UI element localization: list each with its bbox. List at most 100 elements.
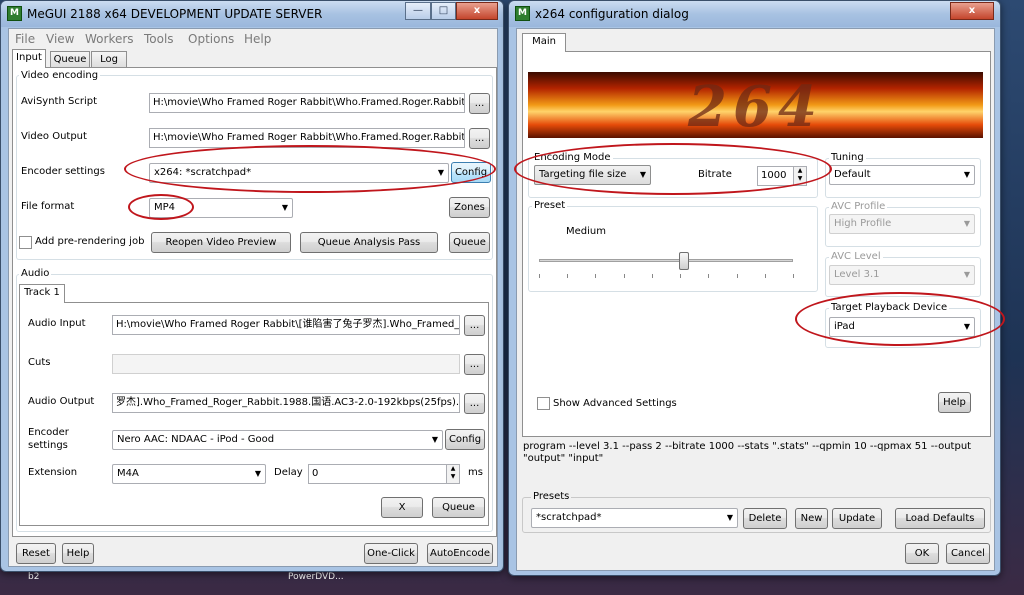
delay-spinner[interactable]: ▲ ▼ bbox=[446, 465, 459, 483]
tuning-value: Default bbox=[834, 169, 871, 180]
menu-options[interactable]: Options bbox=[188, 32, 234, 46]
extension-label: Extension bbox=[28, 467, 78, 478]
slider-tick bbox=[793, 274, 794, 278]
audio-output-browse-button[interactable]: ... bbox=[464, 393, 485, 414]
audio-output-field[interactable]: 罗杰].Who_Framed_Roger_Rabbit.1988.国语.AC3-… bbox=[112, 393, 460, 413]
avisynth-label: AviSynth Script bbox=[21, 96, 97, 107]
audio-input-browse-button[interactable]: ... bbox=[464, 315, 485, 336]
chevron-down-icon: ▼ bbox=[963, 170, 970, 179]
slider-tick bbox=[539, 274, 540, 278]
avisynth-input[interactable]: H:\movie\Who Framed Roger Rabbit\Who.Fra… bbox=[149, 93, 465, 113]
chevron-down-icon: ▼ bbox=[281, 203, 288, 212]
megui-titlebar[interactable]: M MeGUI 2188 x64 DEVELOPMENT UPDATE SERV… bbox=[1, 1, 503, 27]
slider-tick bbox=[623, 274, 625, 278]
presets-select[interactable]: *scratchpad* ▼ bbox=[531, 508, 738, 528]
help-button[interactable]: Help bbox=[62, 543, 94, 564]
minimize-button[interactable]: — bbox=[405, 2, 431, 20]
tab-track-1[interactable]: Track 1 bbox=[19, 284, 65, 303]
taskbar-text-left: b2 bbox=[28, 572, 40, 582]
audio-encoder-value: Nero AAC: NDAAC - iPod - Good bbox=[117, 434, 275, 445]
x264-titlebar[interactable]: M x264 configuration dialog x bbox=[509, 1, 1000, 27]
load-defaults-button[interactable]: Load Defaults bbox=[895, 508, 985, 529]
show-advanced-checkbox[interactable] bbox=[537, 397, 550, 410]
x264-app-icon: M bbox=[515, 6, 530, 21]
prerender-checkbox[interactable] bbox=[19, 236, 32, 249]
cuts-browse-button[interactable]: ... bbox=[464, 354, 485, 375]
presets-label: Presets bbox=[531, 491, 572, 502]
menu-workers[interactable]: Workers bbox=[85, 32, 134, 46]
tab-log[interactable]: Log bbox=[91, 51, 127, 68]
queue-analysis-button[interactable]: Queue Analysis Pass bbox=[300, 232, 438, 253]
slider-tick bbox=[680, 274, 682, 278]
avisynth-browse-button[interactable]: ... bbox=[469, 93, 490, 114]
slider-tick bbox=[651, 274, 653, 278]
reset-button[interactable]: Reset bbox=[16, 543, 56, 564]
chevron-down-icon: ▼ bbox=[963, 270, 970, 279]
show-advanced-label: Show Advanced Settings bbox=[553, 398, 677, 409]
delay-field[interactable]: 0 ▲ ▼ bbox=[308, 464, 460, 484]
reopen-preview-button[interactable]: Reopen Video Preview bbox=[151, 232, 291, 253]
audio-label: Audio bbox=[19, 268, 52, 279]
audio-input-field[interactable]: H:\movie\Who Framed Roger Rabbit\[谁陷害了兔子… bbox=[112, 315, 460, 335]
megui-client: File View Workers Tools Options Help Inp… bbox=[8, 28, 498, 567]
one-click-button[interactable]: One-Click bbox=[364, 543, 418, 564]
menu-tools[interactable]: Tools bbox=[144, 32, 174, 46]
highlight-ring-target-device bbox=[795, 292, 1005, 346]
ok-button[interactable]: OK bbox=[905, 543, 939, 564]
avc-level-select[interactable]: Level 3.1 ▼ bbox=[829, 265, 975, 285]
main-tab-panel: 264 Encoding Mode Targeting file size ▼ … bbox=[522, 51, 991, 437]
menu-file[interactable]: File bbox=[15, 32, 35, 46]
preset-slider-track[interactable] bbox=[539, 259, 793, 262]
highlight-ring-encoding-mode bbox=[514, 143, 832, 195]
audio-config-button[interactable]: Config bbox=[445, 429, 485, 450]
video-output-label: Video Output bbox=[21, 131, 87, 142]
audio-encoder-label-line1: Encoder bbox=[28, 427, 69, 438]
tuning-select[interactable]: Default ▼ bbox=[829, 165, 975, 185]
slider-tick bbox=[567, 274, 569, 278]
video-encoding-label: Video encoding bbox=[19, 70, 101, 81]
preset-new-button[interactable]: New bbox=[795, 508, 828, 529]
preset-update-button[interactable]: Update bbox=[832, 508, 882, 529]
video-queue-button[interactable]: Queue bbox=[449, 232, 490, 253]
audio-output-label: Audio Output bbox=[28, 396, 95, 407]
input-tab-panel: Video encoding AviSynth Script H:\movie\… bbox=[12, 67, 497, 537]
tab-input[interactable]: Input bbox=[12, 49, 46, 68]
cuts-field[interactable] bbox=[112, 354, 460, 374]
megui-title: MeGUI 2188 x64 DEVELOPMENT UPDATE SERVER bbox=[27, 7, 323, 21]
audio-queue-button[interactable]: Queue bbox=[432, 497, 485, 518]
preset-slider-thumb[interactable] bbox=[678, 252, 689, 270]
x264-help-button[interactable]: Help bbox=[938, 392, 971, 413]
x264-banner-image: 264 bbox=[528, 72, 983, 138]
delay-value: 0 bbox=[312, 468, 319, 479]
audio-encoder-select[interactable]: Nero AAC: NDAAC - iPod - Good ▼ bbox=[112, 430, 443, 450]
chevron-down-icon: ▼ bbox=[431, 435, 438, 444]
x264-window: M x264 configuration dialog x Main 264 E… bbox=[508, 0, 1001, 576]
video-output-browse-button[interactable]: ... bbox=[469, 128, 490, 149]
extension-select[interactable]: M4A ▼ bbox=[112, 464, 266, 484]
cuts-label: Cuts bbox=[28, 357, 51, 368]
slider-tick bbox=[595, 274, 597, 278]
cancel-button[interactable]: Cancel bbox=[946, 543, 990, 564]
command-line-preview: program --level 3.1 --pass 2 --bitrate 1… bbox=[523, 441, 972, 464]
chevron-down-icon: ▼ bbox=[254, 469, 261, 478]
encoder-settings-label: Encoder settings bbox=[21, 166, 105, 177]
preset-label: Preset bbox=[532, 200, 568, 211]
zones-button[interactable]: Zones bbox=[449, 197, 490, 218]
audio-remove-button[interactable]: X bbox=[381, 497, 423, 518]
tab-main[interactable]: Main bbox=[522, 33, 566, 52]
taskbar-text-center: PowerDVD... bbox=[288, 572, 344, 582]
x264-close-button[interactable]: x bbox=[950, 2, 994, 20]
menu-view[interactable]: View bbox=[46, 32, 74, 46]
auto-encode-button[interactable]: AutoEncode bbox=[427, 543, 493, 564]
x264-banner-text: 264 bbox=[688, 74, 823, 138]
preset-delete-button[interactable]: Delete bbox=[743, 508, 787, 529]
chevron-down-icon: ▼ bbox=[963, 219, 970, 228]
close-button[interactable]: x bbox=[456, 2, 498, 20]
menu-help[interactable]: Help bbox=[244, 32, 271, 46]
audio-encoder-label-line2: settings bbox=[28, 440, 68, 451]
avc-profile-select[interactable]: High Profile ▼ bbox=[829, 214, 975, 234]
maximize-button[interactable]: □ bbox=[431, 2, 456, 20]
tab-queue[interactable]: Queue bbox=[50, 51, 90, 68]
avc-profile-value: High Profile bbox=[834, 218, 892, 229]
tuning-label: Tuning bbox=[829, 152, 866, 163]
